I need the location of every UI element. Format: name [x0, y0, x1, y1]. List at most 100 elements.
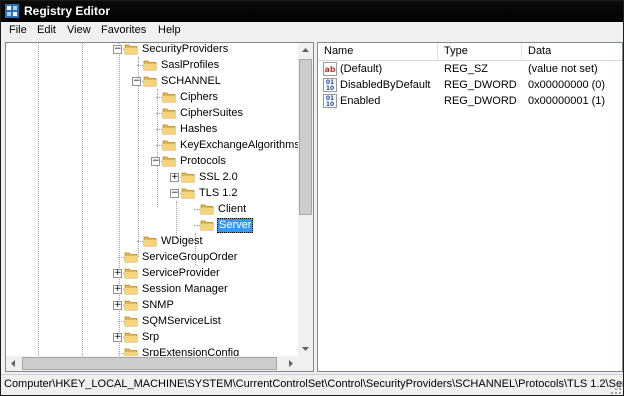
column-header-name[interactable]: Name [318, 43, 438, 59]
tree-node[interactable]: SrpExtensionConfig [6, 346, 298, 356]
menu-help[interactable]: Help [156, 24, 183, 36]
tree-node[interactable]: − SecurityProviders [6, 43, 298, 58]
minus-glyph: − [114, 44, 122, 54]
folder-icon [162, 156, 176, 167]
tree-vertical-scrollbar[interactable] [298, 43, 313, 356]
tree-node[interactable]: − TLS 1.2 [6, 186, 298, 202]
folder-icon [124, 44, 138, 55]
value-data: (value not set) [528, 63, 598, 75]
tree-node-label: Ciphers [180, 91, 218, 103]
plus-glyph: + [114, 300, 122, 310]
svg-text:ab: ab [324, 65, 335, 74]
scroll-down-button[interactable] [298, 341, 313, 356]
registry-editor-icon [5, 4, 19, 18]
tree-node-label: Server [217, 218, 254, 233]
folder-icon [143, 60, 157, 71]
tree-node[interactable]: WDigest [6, 234, 298, 250]
dword-value-icon: 01 10 [323, 78, 337, 92]
tree-node[interactable]: CipherSuites [6, 106, 298, 122]
tree-node-label: SecurityProviders [142, 43, 229, 55]
tree-node[interactable]: + Srp [6, 330, 298, 346]
scroll-right-button[interactable] [283, 356, 298, 371]
tree-horizontal-scroll-thumb[interactable] [22, 357, 277, 370]
arrow-left-icon [11, 360, 15, 367]
value-name: (Default) [340, 63, 383, 75]
value-name: DisabledByDefault [340, 79, 431, 91]
tree-node[interactable]: + Session Manager [6, 282, 298, 298]
expand-plus-icon[interactable]: + [113, 333, 122, 342]
menu-view[interactable]: View [65, 24, 93, 36]
folder-icon [181, 172, 195, 183]
tree-node[interactable]: Ciphers [6, 90, 298, 106]
values-list-pane[interactable]: Name Type Data ab (Default) REG_SZ (valu… [317, 42, 623, 372]
expand-plus-icon[interactable]: + [113, 301, 122, 310]
svg-text:10: 10 [326, 101, 334, 108]
list-header: Name Type Data [318, 43, 622, 61]
menu-favorites[interactable]: Favorites [99, 24, 148, 36]
tree-node-label: SSL 2.0 [199, 171, 238, 183]
tree-node[interactable]: ServiceGroupOrder [6, 250, 298, 266]
arrow-up-icon [302, 48, 309, 52]
current-key-path: Computer\HKEY_LOCAL_MACHINE\SYSTEM\Curre… [4, 378, 624, 390]
tree-node[interactable]: SQMServiceList [6, 314, 298, 330]
status-bar: Computer\HKEY_LOCAL_MACHINE\SYSTEM\Curre… [1, 374, 624, 395]
tree-node[interactable]: KeyExchangeAlgorithms [6, 138, 298, 154]
value-row[interactable]: 01 10 DisabledByDefault REG_DWORD 0x0000… [318, 77, 622, 93]
expand-plus-icon[interactable]: + [113, 269, 122, 278]
window-title: Registry Editor [24, 4, 111, 18]
collapse-minus-icon[interactable]: − [113, 45, 122, 54]
tree-node[interactable]: − Protocols [6, 154, 298, 170]
tree-node-label: ServiceGroupOrder [142, 251, 238, 263]
tree-node-label: Protocols [180, 155, 226, 167]
folder-icon [200, 204, 214, 215]
column-header-data[interactable]: Data [522, 43, 622, 59]
dword-value-icon: 01 10 [323, 94, 337, 108]
tree-node[interactable]: − SCHANNEL [6, 74, 298, 90]
tree-vertical-scroll-thumb[interactable] [299, 59, 312, 215]
tree-node-label: Srp [142, 331, 160, 343]
collapse-minus-icon[interactable]: − [132, 77, 141, 86]
arrow-right-icon [289, 360, 293, 367]
key-tree: − SecurityProviders SaslProfiles − SCHANNEL C… [6, 43, 298, 356]
menu-edit[interactable]: Edit [35, 24, 58, 36]
menu-file[interactable]: File [7, 24, 29, 36]
folder-icon [181, 188, 195, 199]
tree-horizontal-scrollbar[interactable] [6, 356, 298, 371]
folder-icon [124, 252, 138, 263]
tree-node[interactable]: + SNMP [6, 298, 298, 314]
scroll-left-button[interactable] [6, 356, 21, 371]
folder-icon [162, 108, 176, 119]
tree-node-label: KeyExchangeAlgorithms [180, 139, 298, 151]
value-row[interactable]: 01 10 Enabled REG_DWORD 0x00000001 (1) [318, 93, 622, 109]
tree-node[interactable]: SaslProfiles [6, 58, 298, 74]
menu-bar: File Edit View Favorites Help [1, 22, 623, 41]
value-row[interactable]: ab (Default) REG_SZ (value not set) [318, 61, 622, 77]
title-bar[interactable]: Registry Editor [1, 1, 623, 22]
tree-node-label: Hashes [180, 123, 218, 135]
tree-node[interactable]: + SSL 2.0 [6, 170, 298, 186]
expand-plus-icon[interactable]: + [170, 173, 179, 182]
collapse-minus-icon[interactable]: − [151, 157, 160, 166]
folder-icon [143, 236, 157, 247]
scroll-up-button[interactable] [298, 43, 313, 58]
tree-node[interactable]: Hashes [6, 122, 298, 138]
key-tree-pane[interactable]: − SecurityProviders SaslProfiles − SCHANNEL C… [5, 42, 314, 372]
tree-node[interactable]: Client [6, 202, 298, 218]
folder-icon [200, 220, 214, 231]
folder-icon [162, 124, 176, 135]
column-header-type[interactable]: Type [438, 43, 522, 59]
collapse-minus-icon[interactable]: − [170, 189, 179, 198]
tree-node-label: SQMServiceList [142, 315, 221, 327]
value-type: REG_DWORD [444, 79, 517, 91]
expand-plus-icon[interactable]: + [113, 285, 122, 294]
value-data: 0x00000001 (1) [528, 95, 606, 107]
tree-node-label: SCHANNEL [161, 75, 221, 87]
tree-node-label: Session Manager [142, 283, 228, 295]
tree-node[interactable]: Server [6, 218, 298, 234]
resize-grip-icon[interactable] [611, 384, 621, 394]
folder-icon [124, 348, 138, 356]
tree-node[interactable]: + ServiceProvider [6, 266, 298, 282]
plus-glyph: + [114, 284, 122, 294]
value-type: REG_SZ [444, 63, 489, 75]
folder-icon [124, 268, 138, 279]
